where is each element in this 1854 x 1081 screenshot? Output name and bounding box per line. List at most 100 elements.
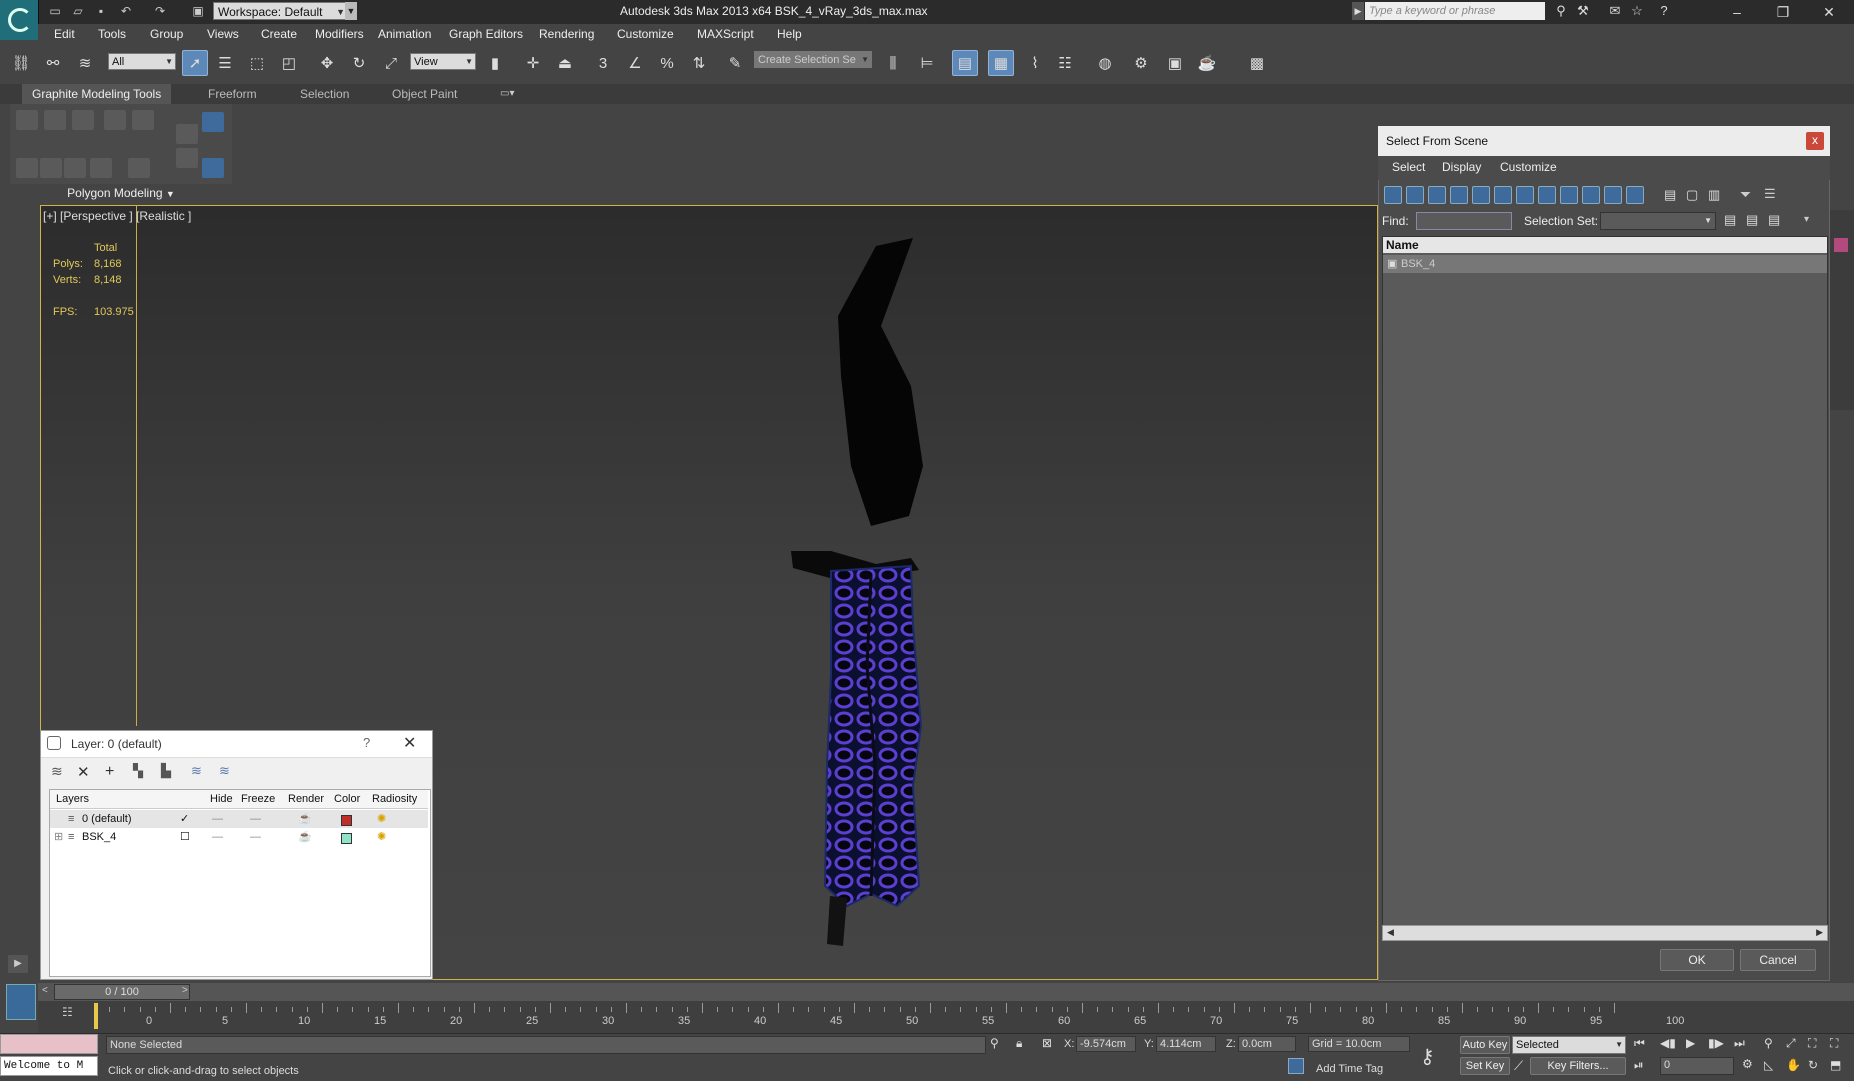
set-key-mode-icon[interactable]: ⚷ — [1420, 1044, 1435, 1069]
ok-button[interactable]: OK — [1660, 949, 1734, 971]
selection-filter-dropdown[interactable]: All ▼ — [108, 53, 176, 70]
col-layers[interactable]: Layers — [56, 790, 89, 808]
key-mode-dropdown[interactable]: Selected ▼ — [1512, 1036, 1626, 1054]
filter-options-icon[interactable]: ☰ — [1764, 186, 1776, 202]
ribbon-tool-icon[interactable] — [16, 110, 38, 130]
window-crossing-icon[interactable]: ◰ — [276, 50, 302, 76]
field-of-view-icon[interactable]: ◺ — [1764, 1058, 1773, 1072]
snaps-toggle-icon[interactable]: 3 — [590, 50, 616, 76]
edit-named-selection-icon[interactable]: ✎ — [722, 50, 748, 76]
subscription-icon[interactable]: ⚒ — [1574, 3, 1592, 19]
sfs-menu-select[interactable]: Select — [1392, 160, 1425, 174]
isolate-icon[interactable]: ⚲ — [990, 1036, 999, 1050]
menu-modifiers[interactable]: Modifiers — [315, 27, 364, 41]
filter-spacewarps-icon[interactable] — [1494, 186, 1512, 204]
track-bar[interactable]: ☷ — [38, 1001, 1854, 1033]
freeze-toggle[interactable]: — — [250, 810, 261, 828]
unlink-icon[interactable]: ⚯ — [40, 50, 66, 76]
active-layer-checkmark-icon[interactable]: ✓ — [180, 810, 189, 828]
z-coordinate-field[interactable]: 0.0cm — [1238, 1036, 1296, 1052]
render-setup-icon[interactable]: ⚙ — [1128, 50, 1154, 76]
ribbon-tool-icon[interactable] — [202, 158, 224, 178]
align-icon[interactable]: ⊨ — [914, 50, 940, 76]
maxscript-listener[interactable]: Welcome to M — [0, 1056, 98, 1076]
col-color[interactable]: Color — [334, 790, 360, 808]
horizontal-scrollbar[interactable]: ◀ ▶ — [1382, 925, 1828, 941]
scale-icon[interactable]: ⤢ — [378, 50, 404, 76]
time-configuration-icon[interactable]: ⚙ — [1742, 1057, 1753, 1071]
tab-freeform[interactable]: Freeform — [198, 84, 267, 104]
layer-dialog-titlebar[interactable]: Layer: 0 (default) ? ✕ — [41, 731, 432, 758]
filter-xrefs-icon[interactable] — [1538, 186, 1556, 204]
cancel-button[interactable]: Cancel — [1740, 949, 1816, 971]
move-icon[interactable]: ✥ — [314, 50, 340, 76]
hide-all-layers-icon[interactable]: ≋ — [191, 763, 202, 779]
find-input[interactable] — [1416, 212, 1512, 230]
time-tag-icon[interactable] — [1288, 1058, 1304, 1074]
curve-editor-icon[interactable]: ⌇ — [1022, 50, 1048, 76]
lock-selection-icon[interactable]: 🔒︎ — [1016, 1036, 1022, 1051]
named-selection-sets-dropdown[interactable]: Create Selection Se ▼ — [754, 51, 872, 68]
active-layer-checkbox[interactable]: ☐ — [180, 828, 190, 846]
keyboard-shortcut-icon[interactable]: ⏏ — [552, 50, 578, 76]
checker-icon[interactable]: ▩ — [1244, 50, 1270, 76]
tab-graphite-modeling-tools[interactable]: Graphite Modeling Tools — [22, 84, 172, 104]
filter-bones-icon[interactable] — [1560, 186, 1578, 204]
orbit-icon[interactable]: ↻ — [1808, 1058, 1818, 1072]
go-to-start-icon[interactable]: ⏮ — [1634, 1036, 1645, 1051]
ribbon-tool-icon[interactable] — [40, 158, 62, 178]
key-filters-button[interactable]: Key Filters... — [1530, 1057, 1626, 1075]
scroll-left-icon[interactable]: ◀ — [1387, 927, 1394, 938]
bind-space-warp-icon[interactable]: ≋ — [72, 50, 98, 76]
zoom-icon[interactable]: ⚲ — [1764, 1036, 1773, 1050]
layer-color-swatch[interactable] — [341, 833, 352, 844]
col-radiosity[interactable]: Radiosity — [372, 790, 417, 808]
ribbon-options-icon[interactable]: ▭▾ — [500, 88, 522, 100]
ribbon-tool-icon[interactable] — [202, 112, 224, 132]
render-teapot-icon[interactable]: ☕ — [298, 810, 312, 828]
filter-geometry-icon[interactable] — [1384, 186, 1402, 204]
col-freeze[interactable]: Freeze — [241, 790, 275, 808]
viewport-label[interactable]: [+] [Perspective ] [Realistic ] — [43, 209, 191, 223]
filter-groups-icon[interactable] — [1516, 186, 1534, 204]
polygon-modeling-dropdown[interactable]: Polygon Modeling ▼ — [10, 184, 232, 202]
zoom-all-icon[interactable]: ⤢ — [1786, 1036, 1796, 1051]
radiosity-icon[interactable]: ✺ — [377, 828, 386, 846]
ribbon-tool-icon[interactable] — [44, 110, 66, 130]
filter-lights-icon[interactable] — [1428, 186, 1446, 204]
ribbon-tool-icon[interactable] — [128, 158, 150, 178]
tab-object-paint[interactable]: Object Paint — [382, 84, 467, 104]
filter-hidden-icon[interactable] — [1626, 186, 1644, 204]
spinner-snap-icon[interactable]: ⇅ — [686, 50, 712, 76]
layer-manager-icon[interactable]: ▦ — [988, 50, 1014, 76]
binoculars-icon[interactable]: ⚲ — [1552, 3, 1570, 19]
expand-icon[interactable]: ⊞ — [54, 828, 63, 846]
mirror-icon[interactable]: ⫼ — [880, 50, 906, 76]
ribbon-tool-icon[interactable] — [72, 110, 94, 130]
menu-rendering[interactable]: Rendering — [539, 27, 594, 41]
menu-edit[interactable]: Edit — [54, 27, 75, 41]
ribbon-tool-icon[interactable] — [104, 110, 126, 130]
new-file-icon[interactable]: ▭ — [47, 3, 63, 19]
ribbon-tool-icon[interactable] — [90, 158, 112, 178]
select-object-icon[interactable]: ➚ — [182, 50, 208, 76]
quick-access-dropdown[interactable]: ▼ — [345, 2, 357, 20]
time-slider-thumb[interactable]: 0 / 100 — [54, 984, 190, 1000]
select-from-scene-titlebar[interactable]: Select From Scene x — [1378, 126, 1830, 156]
restore-button[interactable]: ❐ — [1760, 0, 1806, 24]
current-frame-field[interactable]: 0 — [1660, 1057, 1734, 1075]
project-folder-icon[interactable]: ▣ — [190, 3, 206, 19]
menu-create[interactable]: Create — [261, 27, 297, 41]
play-icon[interactable]: ▶ — [1686, 1036, 1695, 1050]
list-item[interactable]: ▣ BSK_4 — [1383, 255, 1827, 273]
object-color-swatch[interactable] — [1834, 238, 1848, 252]
ribbon-tool-icon[interactable] — [176, 124, 198, 144]
selection-set-dropdown[interactable]: ▼ — [1600, 212, 1716, 230]
select-in-layer-icon[interactable]: ▚ — [133, 763, 143, 779]
display-none-icon[interactable]: ▢ — [1686, 187, 1698, 203]
redo-icon[interactable]: ↷ — [152, 3, 168, 19]
menu-views[interactable]: Views — [207, 27, 239, 41]
ribbon-tool-icon[interactable] — [16, 158, 38, 178]
help-icon[interactable]: ? — [1655, 3, 1673, 19]
create-layer-icon[interactable]: ≋ — [51, 763, 63, 780]
